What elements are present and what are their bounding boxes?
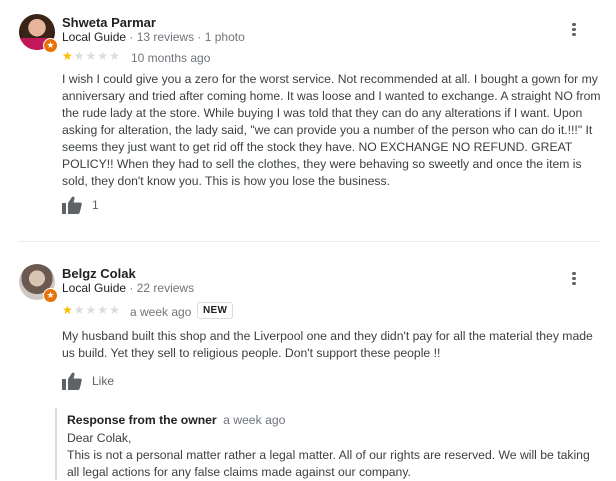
like-count: 1 (92, 198, 99, 212)
star-icon: ★ (109, 303, 121, 317)
star-rating: ★★★★★ (62, 49, 121, 63)
review-card: ★ Belgz Colak Local Guide · 22 reviews ★… (0, 242, 616, 480)
author-stats: · 13 reviews · 1 photo (129, 30, 245, 44)
local-guide-label: Local Guide (62, 30, 127, 44)
star-icon: ★ (109, 49, 121, 63)
star-icon: ★ (73, 49, 86, 63)
review-date: 10 months ago (131, 51, 211, 65)
star-icon: ★ (62, 303, 74, 317)
owner-response: Response from the owner a week ago Dear … (55, 408, 605, 480)
local-guide-badge-icon: ★ (43, 38, 58, 53)
author-stats: · 22 reviews (129, 281, 195, 295)
author-meta: Local Guide · 22 reviews (62, 281, 194, 295)
star-icon: ★ (97, 49, 110, 63)
thumb-up-icon (62, 372, 82, 390)
local-guide-label: Local Guide (62, 281, 127, 295)
thumb-up-icon (62, 196, 82, 214)
review-text: I wish I could give you a zero for the w… (62, 72, 601, 188)
new-badge: NEW (197, 302, 234, 319)
like-label: Like (92, 374, 115, 388)
review-text: My husband built this shop and the Liver… (62, 329, 593, 360)
owner-response-title: Response from the owner (67, 413, 217, 427)
avatar[interactable]: ★ (19, 264, 58, 303)
review-card: ★ Shweta Parmar Local Guide · 13 reviews… (0, 0, 616, 240)
more-vert-icon[interactable] (565, 21, 583, 39)
owner-response-header: Response from the owner a week ago (67, 413, 285, 427)
like-button[interactable]: 1 (62, 196, 99, 214)
author-name[interactable]: Shweta Parmar (62, 15, 156, 30)
owner-response-text: This is not a personal matter rather a l… (67, 448, 590, 479)
author-name[interactable]: Belgz Colak (62, 266, 136, 281)
star-icon: ★ (85, 303, 98, 317)
local-guide-badge-icon: ★ (43, 288, 58, 303)
author-meta: Local Guide · 13 reviews · 1 photo (62, 30, 245, 44)
review-date: a week ago (130, 305, 192, 319)
like-button[interactable]: Like (62, 372, 114, 390)
more-vert-icon[interactable] (565, 270, 583, 288)
avatar[interactable]: ★ (19, 14, 58, 53)
star-rating: ★★★★★ (62, 303, 121, 317)
star-icon: ★ (97, 303, 110, 317)
star-icon: ★ (62, 49, 74, 63)
owner-response-date: a week ago (223, 413, 286, 427)
star-icon: ★ (85, 49, 98, 63)
star-icon: ★ (73, 303, 86, 317)
owner-response-greeting: Dear Colak, (67, 431, 132, 445)
